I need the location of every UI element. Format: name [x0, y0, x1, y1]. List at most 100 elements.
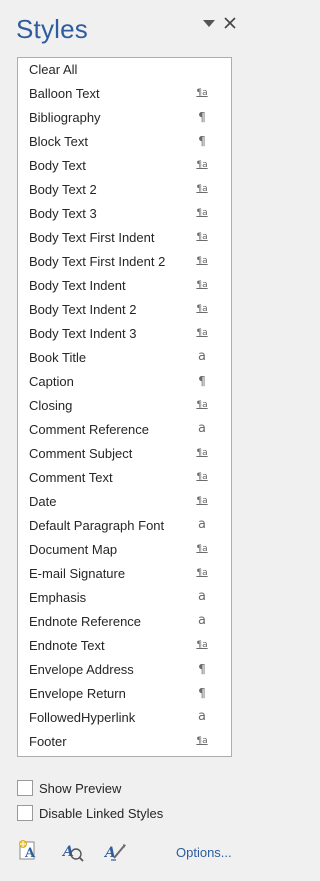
style-name: E-mail Signature — [29, 566, 126, 581]
style-row[interactable]: Body Text 3 ¶a — [18, 202, 231, 226]
linked-style-icon: ¶a — [196, 280, 208, 290]
paragraph-style-icon: ¶ — [198, 110, 206, 124]
style-name: FollowedHyperlink — [29, 710, 136, 725]
paragraph-style-icon: ¶ — [198, 134, 206, 148]
disable-linked-styles-checkbox[interactable] — [17, 805, 33, 821]
style-name: Clear All — [29, 62, 78, 77]
linked-style-icon: ¶a — [196, 472, 208, 482]
style-name: Comment Reference — [29, 422, 149, 437]
style-row[interactable]: Date ¶a — [18, 490, 231, 514]
close-icon[interactable] — [222, 15, 238, 31]
linked-style-icon: ¶a — [196, 232, 208, 242]
style-row[interactable]: Book Title a — [18, 346, 231, 370]
style-row[interactable]: Document Map ¶a — [18, 538, 231, 562]
style-name: Caption — [29, 374, 74, 389]
style-row[interactable]: Default Paragraph Font a — [18, 514, 231, 538]
style-row[interactable]: Footer ¶a — [18, 730, 231, 754]
show-preview-checkbox[interactable] — [17, 780, 33, 796]
disable-linked-styles-option[interactable]: Disable Linked Styles — [17, 803, 237, 823]
style-name: Body Text Indent 2 — [29, 302, 137, 317]
character-style-icon: a — [198, 349, 206, 364]
style-inspector-icon[interactable]: A — [60, 838, 86, 864]
styles-list[interactable]: Clear All Balloon Text ¶a Bibliography ¶ Bloc… — [17, 57, 232, 757]
character-style-icon: a — [198, 613, 206, 628]
linked-style-icon: ¶a — [196, 544, 208, 554]
style-row[interactable]: Bibliography ¶ — [18, 106, 231, 130]
linked-style-icon: ¶a — [196, 208, 208, 218]
style-row[interactable]: Envelope Return ¶ — [18, 682, 231, 706]
style-row[interactable]: Body Text First Indent 2 ¶a — [18, 250, 231, 274]
character-style-icon: a — [198, 517, 206, 532]
linked-style-icon: ¶a — [196, 400, 208, 410]
svg-text:A: A — [103, 845, 116, 861]
style-name: Bibliography — [29, 110, 101, 125]
style-name: Endnote Reference — [29, 614, 142, 629]
style-name: Body Text Indent — [29, 278, 126, 293]
style-row[interactable]: Clear All — [18, 58, 231, 82]
style-name: Envelope Address — [29, 662, 134, 677]
pane-title: Styles — [16, 14, 89, 44]
style-row[interactable]: Body Text ¶a — [18, 154, 231, 178]
style-row[interactable]: E-mail Signature ¶a — [18, 562, 231, 586]
style-name: Body Text 2 — [29, 182, 97, 197]
linked-style-icon: ¶a — [196, 496, 208, 506]
style-row[interactable]: Balloon Text ¶a — [18, 82, 231, 106]
style-name: Footer — [29, 734, 67, 749]
style-row[interactable]: Closing ¶a — [18, 394, 231, 418]
style-name: Book Title — [29, 350, 87, 365]
paragraph-style-icon: ¶ — [198, 686, 206, 700]
style-row[interactable]: FollowedHyperlink a — [18, 706, 231, 730]
style-name: Body Text Indent 3 — [29, 326, 137, 341]
style-row[interactable]: Comment Reference a — [18, 418, 231, 442]
paragraph-style-icon: ¶ — [198, 662, 206, 676]
style-row[interactable]: Body Text Indent ¶a — [18, 274, 231, 298]
character-style-icon: a — [198, 709, 206, 724]
style-name: Comment Subject — [29, 446, 133, 461]
paragraph-style-icon: ¶ — [198, 374, 206, 388]
style-row[interactable]: Caption ¶ — [18, 370, 231, 394]
new-style-icon[interactable]: A — [17, 838, 43, 864]
show-preview-label: Show Preview — [39, 781, 122, 796]
style-row[interactable]: Comment Subject ¶a — [18, 442, 231, 466]
style-row[interactable]: Comment Text ¶a — [18, 466, 231, 490]
manage-styles-icon[interactable]: A — [102, 838, 128, 864]
character-style-icon: a — [198, 589, 206, 604]
svg-text:A: A — [24, 846, 36, 861]
linked-style-icon: ¶a — [196, 304, 208, 314]
style-name: Comment Text — [29, 470, 113, 485]
style-row[interactable]: Endnote Reference a — [18, 610, 231, 634]
style-row[interactable]: Emphasis a — [18, 586, 231, 610]
disable-linked-styles-label: Disable Linked Styles — [39, 806, 164, 821]
style-name: Body Text First Indent — [29, 230, 155, 245]
style-row[interactable]: Block Text ¶ — [18, 130, 231, 154]
linked-style-icon: ¶a — [196, 256, 208, 266]
linked-style-icon: ¶a — [196, 448, 208, 458]
style-name: Body Text 3 — [29, 206, 97, 221]
style-name: Endnote Text — [29, 638, 105, 653]
style-name: Body Text First Indent 2 — [29, 254, 166, 269]
style-row[interactable]: Endnote Text ¶a — [18, 634, 231, 658]
style-name: Date — [29, 494, 57, 509]
style-name: Balloon Text — [29, 86, 100, 101]
style-name: Block Text — [29, 134, 89, 149]
linked-style-icon: ¶a — [196, 88, 208, 98]
style-name: Body Text — [29, 158, 86, 173]
style-row[interactable]: Body Text Indent 2 ¶a — [18, 298, 231, 322]
style-name: Emphasis — [29, 590, 87, 605]
style-row[interactable]: Body Text Indent 3 ¶a — [18, 322, 231, 346]
styles-pane-header: Styles — [0, 0, 250, 52]
options-link[interactable]: Options... — [176, 845, 232, 860]
linked-style-icon: ¶a — [196, 568, 208, 578]
style-row[interactable]: Body Text 2 ¶a — [18, 178, 231, 202]
linked-style-icon: ¶a — [196, 184, 208, 194]
style-name: Envelope Return — [29, 686, 126, 701]
show-preview-option[interactable]: Show Preview — [17, 778, 237, 798]
linked-style-icon: ¶a — [196, 640, 208, 650]
dropdown-arrow-icon[interactable] — [201, 17, 217, 31]
style-row[interactable]: Body Text First Indent ¶a — [18, 226, 231, 250]
linked-style-icon: ¶a — [196, 328, 208, 338]
linked-style-icon: ¶a — [196, 736, 208, 746]
style-name: Closing — [29, 398, 73, 413]
style-row[interactable]: Envelope Address ¶ — [18, 658, 231, 682]
linked-style-icon: ¶a — [196, 160, 208, 170]
